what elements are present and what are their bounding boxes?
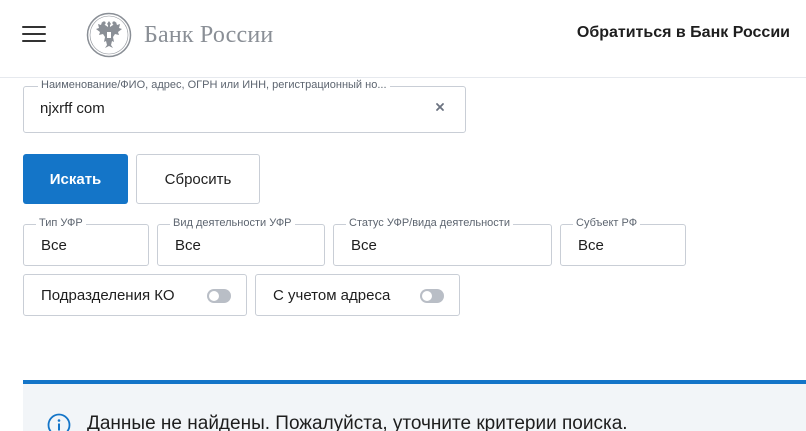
notice-text: Данные не найдены. Пожалуйста, уточните … xyxy=(87,413,628,431)
no-results-notice: Данные не найдены. Пожалуйста, уточните … xyxy=(23,380,806,431)
filter-region-select[interactable]: Субъект РФ Все xyxy=(560,217,686,266)
select-value: Все xyxy=(578,237,604,254)
contact-bank-link[interactable]: Обратиться в Банк России xyxy=(577,24,790,42)
select-label: Субъект РФ xyxy=(573,217,641,229)
select-label: Статус УФР/вида деятельности xyxy=(346,217,513,229)
bank-logo[interactable]: Банк России xyxy=(86,12,273,58)
info-icon xyxy=(47,413,71,431)
toggle-label: Подразделения КО xyxy=(41,287,175,304)
toggle-ko-divisions[interactable]: Подразделения КО xyxy=(23,274,247,316)
select-value: Все xyxy=(175,237,201,254)
search-field[interactable]: Наименование/ФИО, адрес, ОГРН или ИНН, р… xyxy=(23,79,466,133)
site-header: Банк России Обратиться в Банк России xyxy=(0,0,806,78)
search-field-label: Наименование/ФИО, адрес, ОГРН или ИНН, р… xyxy=(38,79,390,91)
hamburger-menu-icon[interactable] xyxy=(22,26,48,44)
toggle-switch[interactable] xyxy=(420,289,444,303)
toggle-with-address[interactable]: С учетом адреса xyxy=(255,274,460,316)
select-value: Все xyxy=(351,237,377,254)
reset-button[interactable]: Сбросить xyxy=(136,154,260,204)
search-input[interactable] xyxy=(40,100,430,117)
close-icon[interactable] xyxy=(432,99,448,115)
double-headed-eagle-emblem-icon xyxy=(86,12,132,58)
toggle-label: С учетом адреса xyxy=(273,287,391,304)
toggle-knob xyxy=(422,291,432,301)
search-button[interactable]: Искать xyxy=(23,154,128,204)
select-label: Тип УФР xyxy=(36,217,86,229)
filter-ufr-type-select[interactable]: Тип УФР Все xyxy=(23,217,149,266)
filter-activity-type-select[interactable]: Вид деятельности УФР Все xyxy=(157,217,325,266)
select-label: Вид деятельности УФР xyxy=(170,217,295,229)
toggle-switch[interactable] xyxy=(207,289,231,303)
toggle-knob xyxy=(209,291,219,301)
filter-status-select[interactable]: Статус УФР/вида деятельности Все xyxy=(333,217,552,266)
select-value: Все xyxy=(41,237,67,254)
logo-text: Банк России xyxy=(144,21,274,48)
